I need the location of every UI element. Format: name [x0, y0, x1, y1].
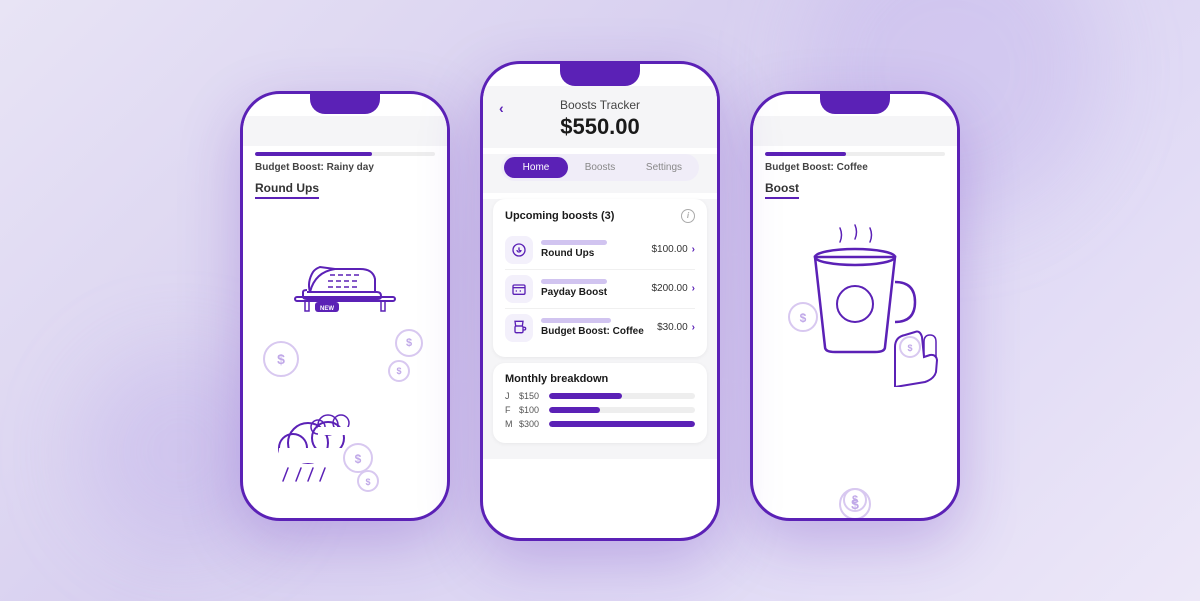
- month-bar-track-mar: [549, 421, 695, 427]
- coffee-label-wrap: Budget Boost: Coffee: [541, 318, 657, 337]
- phone-center-content: ‹ Boosts Tracker $550.00 Home Boosts Set…: [483, 86, 717, 538]
- roundups-icon: [511, 242, 527, 258]
- month-bar-fill-feb: [549, 407, 600, 413]
- payday-amount: $200.00: [652, 283, 688, 294]
- roundups-icon-wrap: [505, 236, 533, 264]
- month-row-mar: M $300: [505, 419, 695, 429]
- coffee-name: Budget Boost: Coffee: [541, 326, 657, 337]
- month-row-jan: J $150: [505, 391, 695, 401]
- left-section-title: Round Ups: [255, 181, 319, 199]
- month-bar-track-feb: [549, 407, 695, 413]
- coffee-amount: $30.00: [657, 322, 688, 333]
- boost-item-coffee[interactable]: Budget Boost: Coffee $30.00 ›: [505, 309, 695, 347]
- month-bar-fill-jan: [549, 393, 622, 399]
- dollar-circle-right-xs: $: [388, 360, 410, 382]
- phone-right-content: Budget Boost: Coffee Boost: [753, 116, 957, 518]
- coffee-label-bar: [541, 318, 611, 323]
- boost-item-payday[interactable]: Payday Boost $200.00 ›: [505, 270, 695, 309]
- roundups-chevron: ›: [692, 244, 695, 255]
- notch-center: [560, 64, 640, 86]
- left-prog-label: Budget Boost: Rainy day: [255, 162, 435, 173]
- cloud-illustration: $ $: [253, 413, 383, 493]
- month-amount-mar: $300: [519, 419, 545, 429]
- hand-illustration: [880, 287, 940, 387]
- svg-text:$: $: [365, 477, 370, 487]
- payday-chevron: ›: [692, 283, 695, 294]
- dollar-circle-right-sm: $: [395, 329, 423, 357]
- payday-name: Payday Boost: [541, 287, 652, 298]
- monthly-breakdown-card: Monthly breakdown J $150 F $100: [493, 363, 707, 443]
- roundups-amount: $100.00: [652, 244, 688, 255]
- phones-container: Budget Boost: Rainy day Round Ups: [210, 31, 990, 571]
- monthly-breakdown-title: Monthly breakdown: [505, 373, 695, 385]
- info-icon[interactable]: i: [681, 209, 695, 223]
- coffee-icon-wrap: [505, 314, 533, 342]
- phone-center: ‹ Boosts Tracker $550.00 Home Boosts Set…: [480, 61, 720, 541]
- month-amount-feb: $100: [519, 405, 545, 415]
- month-label-feb: F: [505, 405, 515, 415]
- back-button[interactable]: ‹: [499, 100, 504, 116]
- svg-text:$: $: [355, 452, 362, 466]
- month-bar-fill-mar: [549, 421, 695, 427]
- month-label-mar: M: [505, 419, 515, 429]
- right-section-title: Boost: [765, 181, 799, 199]
- notch-right: [820, 94, 890, 114]
- phone-left-content: Budget Boost: Rainy day Round Ups: [243, 116, 447, 518]
- phone-left: Budget Boost: Rainy day Round Ups: [240, 91, 450, 521]
- tab-boosts[interactable]: Boosts: [568, 157, 632, 178]
- roundups-name: Round Ups: [541, 248, 652, 259]
- tab-settings[interactable]: Settings: [632, 157, 696, 178]
- payday-label-bar: [541, 279, 607, 284]
- upcoming-boosts-title: Upcoming boosts (3) i: [505, 209, 695, 223]
- tab-bar: Home Boosts Settings: [501, 154, 699, 181]
- coffee-chevron: ›: [692, 322, 695, 333]
- app-title: Boosts Tracker: [499, 98, 701, 112]
- payday-icon-wrap: [505, 275, 533, 303]
- month-row-feb: F $100: [505, 405, 695, 415]
- roundups-label-wrap: Round Ups: [541, 240, 652, 259]
- svg-text:NEW: NEW: [320, 306, 334, 312]
- sneaker-illustration: NEW: [285, 217, 405, 317]
- notch-left: [310, 94, 380, 114]
- payday-icon: [511, 281, 527, 297]
- dollar-circle-right-md: $: [843, 488, 867, 512]
- coffee-icon: [511, 320, 527, 336]
- month-bar-track-jan: [549, 393, 695, 399]
- roundups-label-bar: [541, 240, 607, 245]
- upcoming-boosts-card: Upcoming boosts (3) i: [493, 199, 707, 357]
- right-prog-label: Budget Boost: Coffee: [765, 162, 945, 173]
- month-label-jan: J: [505, 391, 515, 401]
- svg-text:$: $: [800, 311, 807, 325]
- app-amount: $550.00: [499, 114, 701, 140]
- tab-home[interactable]: Home: [504, 157, 568, 178]
- phone-right: Budget Boost: Coffee Boost: [750, 91, 960, 521]
- month-amount-jan: $150: [519, 391, 545, 401]
- dollar-circle-left: $: [263, 341, 299, 377]
- boost-item-roundups[interactable]: Round Ups $100.00 ›: [505, 231, 695, 270]
- center-header: ‹ Boosts Tracker $550.00: [483, 86, 717, 148]
- payday-label-wrap: Payday Boost: [541, 279, 652, 298]
